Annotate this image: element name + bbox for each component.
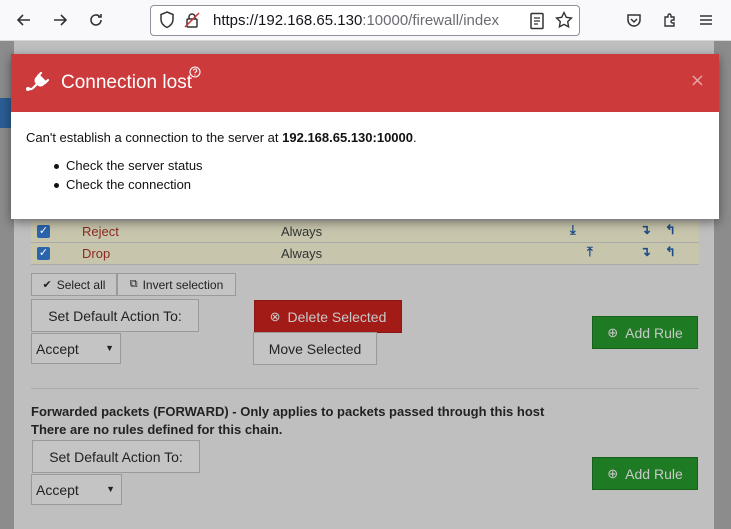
message-suffix: .	[413, 130, 417, 145]
add-rule-label: Add Rule	[625, 324, 683, 341]
move-selected-button[interactable]: Move Selected	[253, 332, 377, 365]
list-item: Check the server status	[54, 158, 203, 177]
add-before-icon[interactable]: ↰	[665, 244, 676, 260]
url-text[interactable]: https://192.168.65.130:10000/firewall/in…	[213, 12, 523, 29]
rule-action[interactable]: Reject	[82, 224, 119, 239]
reader-view-icon[interactable]	[529, 12, 545, 34]
forward-chain-empty-text: There are no rules defined for this chai…	[31, 422, 283, 437]
browser-toolbar: https://192.168.65.130:10000/firewall/in…	[0, 0, 731, 41]
add-before-icon[interactable]: ↰	[665, 222, 676, 238]
extensions-button[interactable]	[656, 6, 684, 34]
rule-condition: Always	[281, 224, 323, 239]
arrow-left-icon	[16, 14, 30, 26]
invert-selection-button[interactable]: ⧉ Invert selection	[117, 273, 236, 296]
delete-selected-label: Delete Selected	[287, 308, 387, 325]
forward-add-rule-button[interactable]: ⊕ Add Rule	[592, 457, 698, 490]
forward-button[interactable]	[46, 6, 74, 34]
reload-button[interactable]	[82, 6, 110, 34]
set-default-action-button[interactable]: Set Default Action To:	[31, 299, 199, 332]
reload-icon	[90, 14, 102, 26]
table-row: ✓ Reject Always ⤓ ↴ ↰	[31, 221, 699, 243]
forward-default-action-value: Accept	[36, 481, 79, 498]
times-circle-icon: ⊗	[269, 308, 281, 324]
default-action-value: Accept	[36, 340, 79, 357]
add-after-icon[interactable]: ↴	[640, 222, 651, 238]
check-icon: ✔	[42, 279, 52, 291]
arrow-right-icon	[54, 14, 68, 26]
forward-set-default-button[interactable]: Set Default Action To:	[32, 440, 200, 473]
server-address: 192.168.65.130:10000	[282, 130, 413, 145]
rule-action[interactable]: Drop	[82, 246, 110, 261]
message-prefix: Can't establish a connection to the serv…	[26, 130, 283, 145]
help-icon[interactable]	[189, 66, 201, 82]
rule-condition: Always	[281, 246, 323, 261]
add-rule-button[interactable]: ⊕ Add Rule	[592, 316, 698, 349]
shield-icon[interactable]	[159, 11, 175, 33]
forward-set-default-label: Set Default Action To:	[49, 448, 183, 465]
hamburger-icon	[700, 15, 712, 25]
select-all-button[interactable]: ✔ Select all	[31, 273, 117, 296]
add-after-icon[interactable]: ↴	[640, 244, 651, 260]
move-selected-label: Move Selected	[268, 340, 362, 357]
plus-circle-icon: ⊕	[607, 465, 619, 481]
move-bottom-icon[interactable]: ⤓	[570, 222, 576, 238]
list-item: Check the connection	[54, 177, 203, 196]
row-checkbox[interactable]: ✓	[37, 247, 50, 260]
address-bar[interactable]: https://192.168.65.130:10000/firewall/in…	[150, 5, 580, 36]
modal-close-button[interactable]: ×	[690, 70, 705, 91]
caret-down-icon: ▼	[105, 343, 114, 353]
section-divider	[31, 388, 699, 389]
external-link-icon: ⧉	[129, 278, 138, 290]
delete-selected-button[interactable]: ⊗ Delete Selected	[254, 300, 402, 333]
checklist: Check the server status Check the connec…	[54, 158, 203, 196]
modal-header: Connection lost ×	[11, 54, 719, 112]
url-path: :10000/firewall/index	[362, 12, 500, 29]
forward-add-rule-label: Add Rule	[625, 465, 683, 482]
menu-button[interactable]	[692, 6, 720, 34]
puzzle-icon	[664, 13, 675, 27]
forward-default-action-select[interactable]: Accept ▼	[31, 474, 122, 505]
plug-icon	[25, 70, 51, 100]
invert-selection-label: Invert selection	[142, 277, 224, 292]
pocket-button[interactable]	[620, 6, 648, 34]
select-all-label: Select all	[56, 277, 106, 292]
default-action-select[interactable]: Accept ▼	[31, 333, 121, 364]
modal-title: Connection lost	[61, 72, 192, 93]
modal-message: Can't establish a connection to the serv…	[26, 130, 417, 145]
forward-chain-heading: Forwarded packets (FORWARD) - Only appli…	[31, 404, 545, 419]
row-checkbox[interactable]: ✓	[37, 225, 50, 238]
move-top-icon[interactable]: ⤒	[587, 244, 593, 260]
back-button[interactable]	[10, 6, 38, 34]
connection-lost-modal: Connection lost × Can't establish a conn…	[11, 54, 719, 219]
bookmark-star-icon[interactable]	[554, 10, 574, 33]
pocket-icon	[627, 14, 641, 27]
set-default-label: Set Default Action To:	[48, 307, 182, 324]
lock-icon[interactable]	[184, 12, 200, 32]
caret-down-icon: ▼	[106, 484, 115, 494]
table-row: ✓ Drop Always ⤒ ↴ ↰	[31, 243, 699, 265]
plus-circle-icon: ⊕	[607, 324, 619, 340]
url-host: https://192.168.65.130	[213, 12, 363, 29]
